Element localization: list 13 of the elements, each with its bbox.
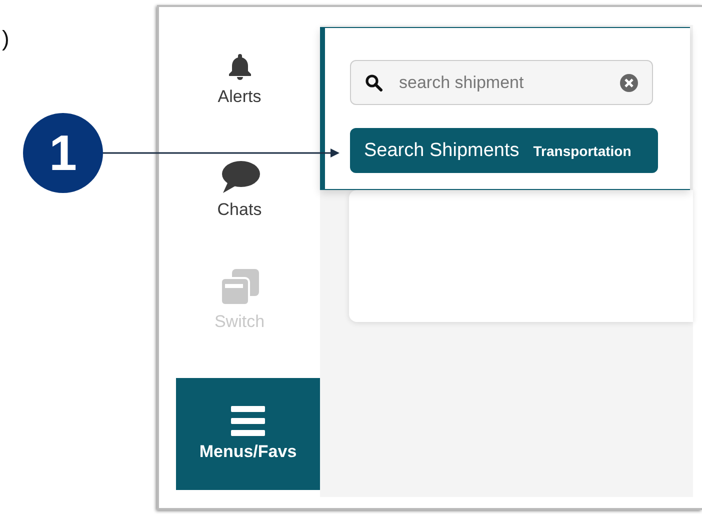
sidebar-item[interactable]: Alerts: [159, 25, 320, 135]
sidebar-item[interactable]: Chats: [159, 135, 320, 245]
stacked-windows-icon: [220, 268, 260, 306]
chat-bubble-icon: [220, 160, 260, 194]
clear-icon[interactable]: [620, 74, 638, 92]
callout-number: 1: [23, 113, 103, 193]
search-field[interactable]: search shipment: [350, 60, 653, 105]
search-result[interactable]: Search Shipments Transportation: [350, 128, 658, 173]
bell-icon: [226, 53, 252, 81]
menu-icon: [231, 406, 265, 436]
annotation-text: ): [2, 26, 10, 52]
sidebar-item[interactable]: Menus/Favs: [176, 378, 320, 490]
search-icon: [365, 74, 383, 92]
